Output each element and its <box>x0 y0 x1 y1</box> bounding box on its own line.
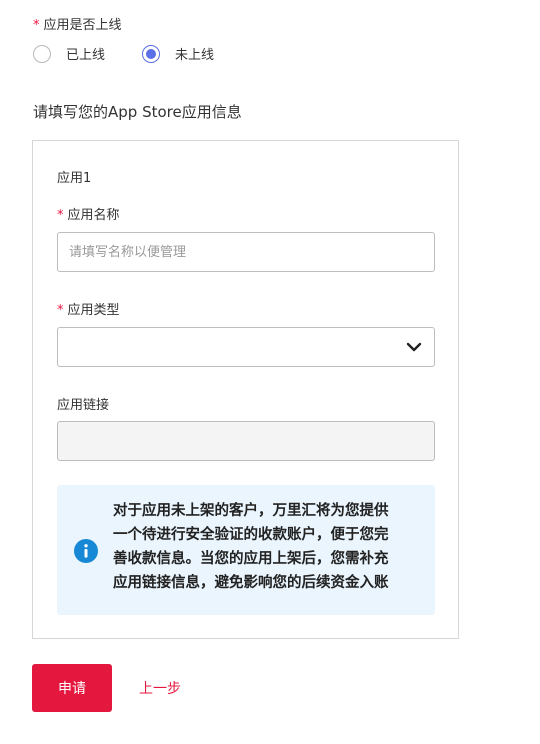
info-icon <box>74 539 98 563</box>
notice-line: 应用链接信息，避免影响您的后续资金入账 <box>113 575 389 591</box>
apply-button[interactable]: 申请 <box>32 664 112 712</box>
radio-circle-online[interactable] <box>33 44 51 63</box>
notice-line: 善收款信息。当您的应用上架后，您需补充 <box>113 551 389 567</box>
radio-option-not-online[interactable]: 未上线 <box>142 44 214 63</box>
app-name-label: * 应用名称 <box>57 204 120 223</box>
section-title: 请填写您的App Store应用信息 <box>33 103 242 121</box>
radio-option-online[interactable]: 已上线 <box>33 44 105 63</box>
notice-text: 对于应用未上架的客户，万里汇将为您提供 一个待进行安全验证的收款账户，便于您完 … <box>113 499 425 595</box>
app-info-card: 应用1 *应用名称 *应用类型 应用链接 对于应用未上架的客户，万里汇将为您提供… <box>32 140 459 639</box>
app-link-label: 应用链接 <box>57 398 110 413</box>
app-name-label-text: 应用名称 <box>67 208 120 223</box>
app-name-input[interactable] <box>57 232 435 272</box>
notice-line: 一个待进行安全验证的收款账户，便于您完 <box>113 527 389 543</box>
notice-line: 对于应用未上架的客户，万里汇将为您提供 <box>113 503 389 519</box>
radio-label-not-online: 未上线 <box>175 48 215 63</box>
required-mark: * <box>57 303 64 318</box>
online-status-label: * 应用是否上线 <box>33 14 122 33</box>
app-card-title: 应用1 <box>57 171 92 186</box>
radio-circle-not-online[interactable] <box>142 44 161 63</box>
required-mark: * <box>57 208 64 223</box>
notice-box: 对于应用未上架的客户，万里汇将为您提供 一个待进行安全验证的收款账户，便于您完 … <box>57 485 435 615</box>
previous-step-link[interactable]: 上一步 <box>139 678 181 698</box>
app-type-select[interactable] <box>57 327 435 367</box>
online-status-radio-group: 已上线 未上线 <box>33 44 214 63</box>
app-type-label: * 应用类型 <box>57 299 120 318</box>
app-info-form-page: * 应用是否上线 已上线 未上线 请填写您的App Store应用信息 应用1 *… <box>0 0 540 744</box>
radio-label-online: 已上线 <box>66 48 106 63</box>
app-link-input <box>57 421 435 461</box>
online-status-label-text: 应用是否上线 <box>43 18 122 33</box>
app-type-label-text: 应用类型 <box>67 303 120 318</box>
required-mark: * <box>33 18 40 33</box>
chevron-down-icon[interactable] <box>406 341 422 353</box>
